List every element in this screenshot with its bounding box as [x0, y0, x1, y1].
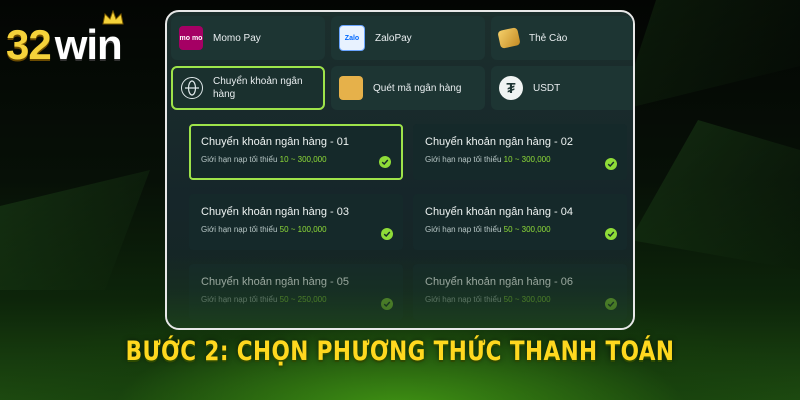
- bank-option-limit: Giới hạn nạp tối thiểu 50 ~ 250,000: [201, 295, 327, 304]
- check-icon: [379, 156, 391, 168]
- method-usdt[interactable]: ₮ USDT: [491, 66, 633, 110]
- method-label: Thẻ Cào: [529, 32, 568, 44]
- bank-option-limit: Giới hạn nạp tối thiểu 50 ~ 300,000: [425, 295, 551, 304]
- bank-option-05[interactable]: Chuyển khoản ngân hàng - 05 Giới hạn nạp…: [189, 264, 403, 320]
- crown-icon: [102, 10, 124, 25]
- brand-logo: 32 win: [6, 10, 124, 68]
- bank-option-limit: Giới hạn nạp tối thiểu 50 ~ 100,000: [201, 225, 327, 234]
- check-icon: [381, 298, 393, 310]
- bank-option-title: Chuyển khoản ngân hàng - 02: [425, 136, 574, 148]
- bank-option-02[interactable]: Chuyển khoản ngân hàng - 02 Giới hạn nạp…: [413, 124, 627, 180]
- step-headline: BƯỚC 2: CHỌN PHƯƠNG THỨC THANH TOÁN: [125, 336, 675, 367]
- method-label: Chuyển khoản ngân hàng: [213, 76, 303, 100]
- bank-option-title: Chuyển khoản ngân hàng - 05: [201, 276, 350, 288]
- logo-word: win: [55, 10, 124, 66]
- method-qr-bank-scan[interactable]: Quét mã ngân hàng: [331, 66, 485, 110]
- method-bank-transfer[interactable]: Chuyển khoản ngân hàng: [171, 66, 325, 110]
- bank-option-title: Chuyển khoản ngân hàng - 01: [201, 136, 350, 148]
- payment-method-grid: mo mo Momo Pay Zalo ZaloPay Thẻ Cào Chuy…: [171, 16, 633, 116]
- bank-option-01[interactable]: Chuyển khoản ngân hàng - 01 Giới hạn nạp…: [189, 124, 403, 180]
- bank-option-list: Chuyển khoản ngân hàng - 01 Giới hạn nạp…: [189, 124, 627, 320]
- bank-option-title: Chuyển khoản ngân hàng - 03: [201, 206, 350, 218]
- method-zalopay[interactable]: Zalo ZaloPay: [331, 16, 485, 60]
- momo-icon: mo mo: [179, 26, 203, 50]
- bank-option-limit: Giới hạn nạp tối thiểu 10 ~ 300,000: [201, 155, 327, 164]
- bank-option-limit: Giới hạn nạp tối thiểu 10 ~ 300,000: [425, 155, 551, 164]
- check-icon: [605, 158, 617, 170]
- method-label: ZaloPay: [375, 32, 412, 44]
- bank-option-title: Chuyển khoản ngân hàng - 04: [425, 206, 574, 218]
- method-scratch-card[interactable]: Thẻ Cào: [491, 16, 633, 60]
- zalopay-icon: Zalo: [339, 25, 365, 51]
- scratch-card-icon: [497, 27, 521, 49]
- check-icon: [605, 298, 617, 310]
- bank-option-limit: Giới hạn nạp tối thiểu 50 ~ 300,000: [425, 225, 551, 234]
- method-label: Momo Pay: [213, 32, 261, 44]
- check-icon: [605, 228, 617, 240]
- qr-code-icon: [339, 76, 363, 100]
- bank-option-04[interactable]: Chuyển khoản ngân hàng - 04 Giới hạn nạp…: [413, 194, 627, 250]
- method-label: USDT: [533, 82, 561, 94]
- tether-icon: ₮: [499, 76, 523, 100]
- globe-icon: [181, 77, 203, 99]
- method-label: Quét mã ngân hàng: [373, 82, 462, 94]
- logo-number: 32: [6, 21, 52, 68]
- bank-option-03[interactable]: Chuyển khoản ngân hàng - 03 Giới hạn nạp…: [189, 194, 403, 250]
- check-icon: [381, 228, 393, 240]
- bank-option-06[interactable]: Chuyển khoản ngân hàng - 06 Giới hạn nạp…: [413, 264, 627, 320]
- bank-option-title: Chuyển khoản ngân hàng - 06: [425, 276, 574, 288]
- method-momo-pay[interactable]: mo mo Momo Pay: [171, 16, 325, 60]
- deposit-panel: mo mo Momo Pay Zalo ZaloPay Thẻ Cào Chuy…: [165, 10, 635, 330]
